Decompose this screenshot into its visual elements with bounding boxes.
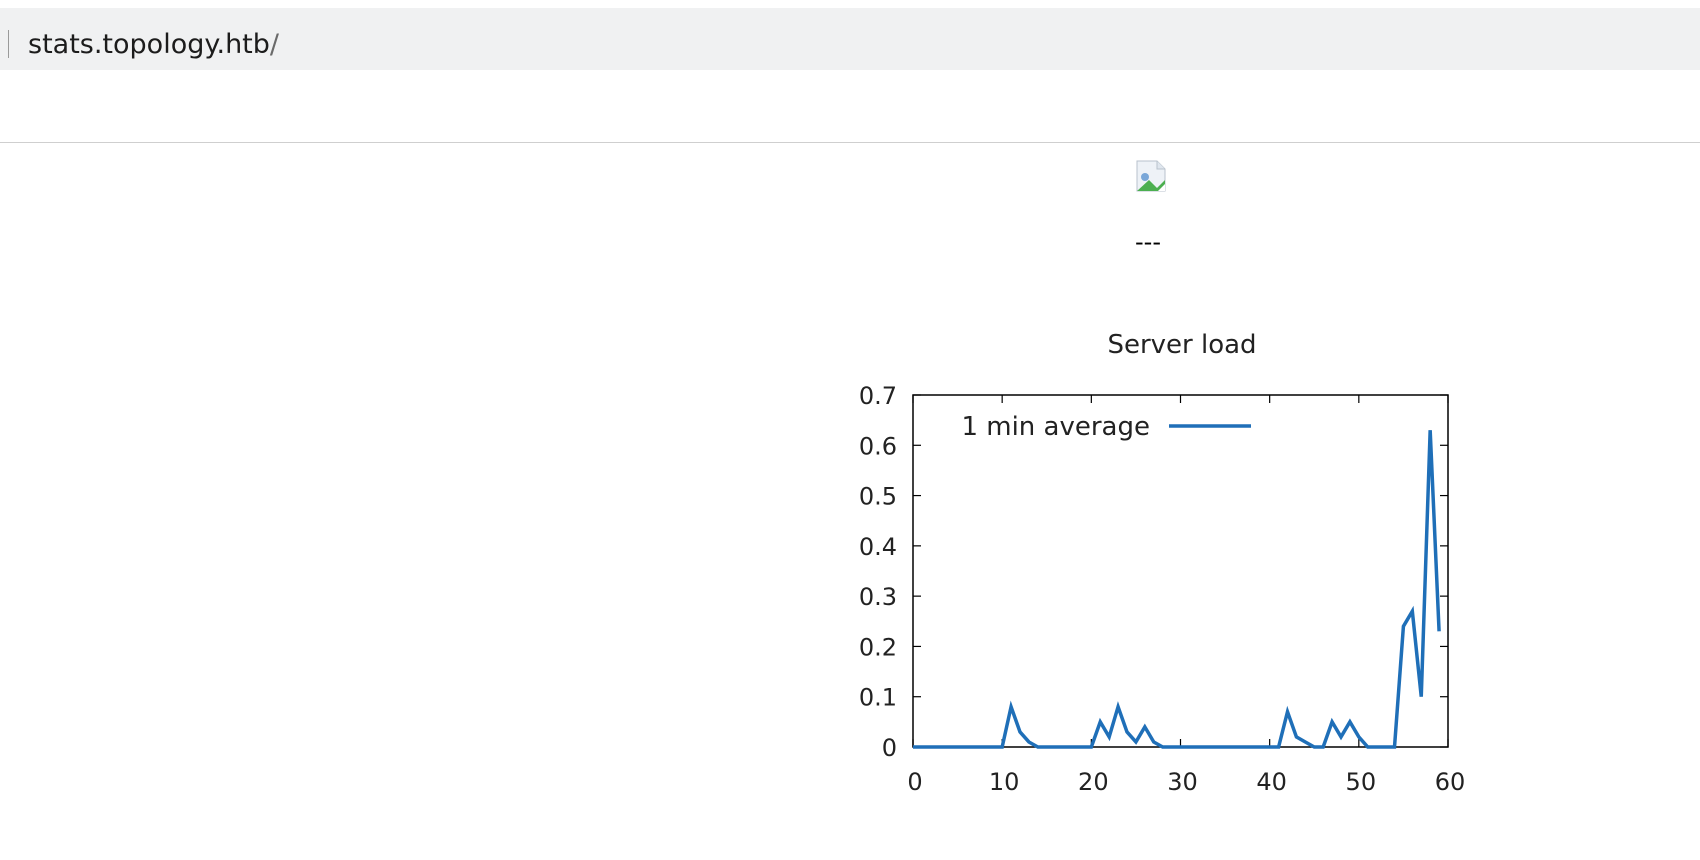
url-text[interactable]: stats.topology.htb/ (28, 28, 279, 62)
y-tick-label: 0.5 (859, 483, 897, 511)
series-line-1-min-average (913, 430, 1441, 749)
legend-label: 1 min average (961, 412, 1150, 442)
y-tick-label: 0.4 (859, 533, 897, 561)
server-load-chart: Server load 0 10 20 30 40 50 60 0 0.1 0.2 0.3 0.4 0.… (859, 330, 1466, 796)
x-tick-label: 30 (1167, 768, 1198, 796)
separator-dashes: --- (1135, 228, 1161, 256)
x-tick-label: 40 (1256, 768, 1287, 796)
chart-title: Server load (1107, 330, 1256, 360)
x-tick-label: 60 (1435, 768, 1466, 796)
y-tick-label: 0.2 (859, 633, 897, 661)
url-host: stats.topology.htb (28, 29, 270, 60)
broken-image-icon (1136, 160, 1166, 192)
plot-frame (912, 394, 1449, 748)
y-tick-label: 0.6 (859, 432, 897, 460)
horizontal-rule (0, 142, 1700, 143)
y-tick-label: 0 (882, 734, 897, 762)
y-tick-label: 0.3 (859, 583, 897, 611)
y-tick-label: 0.1 (859, 684, 897, 712)
x-tick-label: 50 (1346, 768, 1377, 796)
y-tick-label: 0.7 (859, 382, 897, 410)
x-tick-label: 10 (989, 768, 1020, 796)
url-path: / (269, 29, 280, 60)
text-caret (8, 30, 9, 58)
x-tick-label: 20 (1078, 768, 1109, 796)
address-bar[interactable]: stats.topology.htb/ (0, 8, 1700, 70)
x-tick-label: 0 (907, 768, 922, 796)
